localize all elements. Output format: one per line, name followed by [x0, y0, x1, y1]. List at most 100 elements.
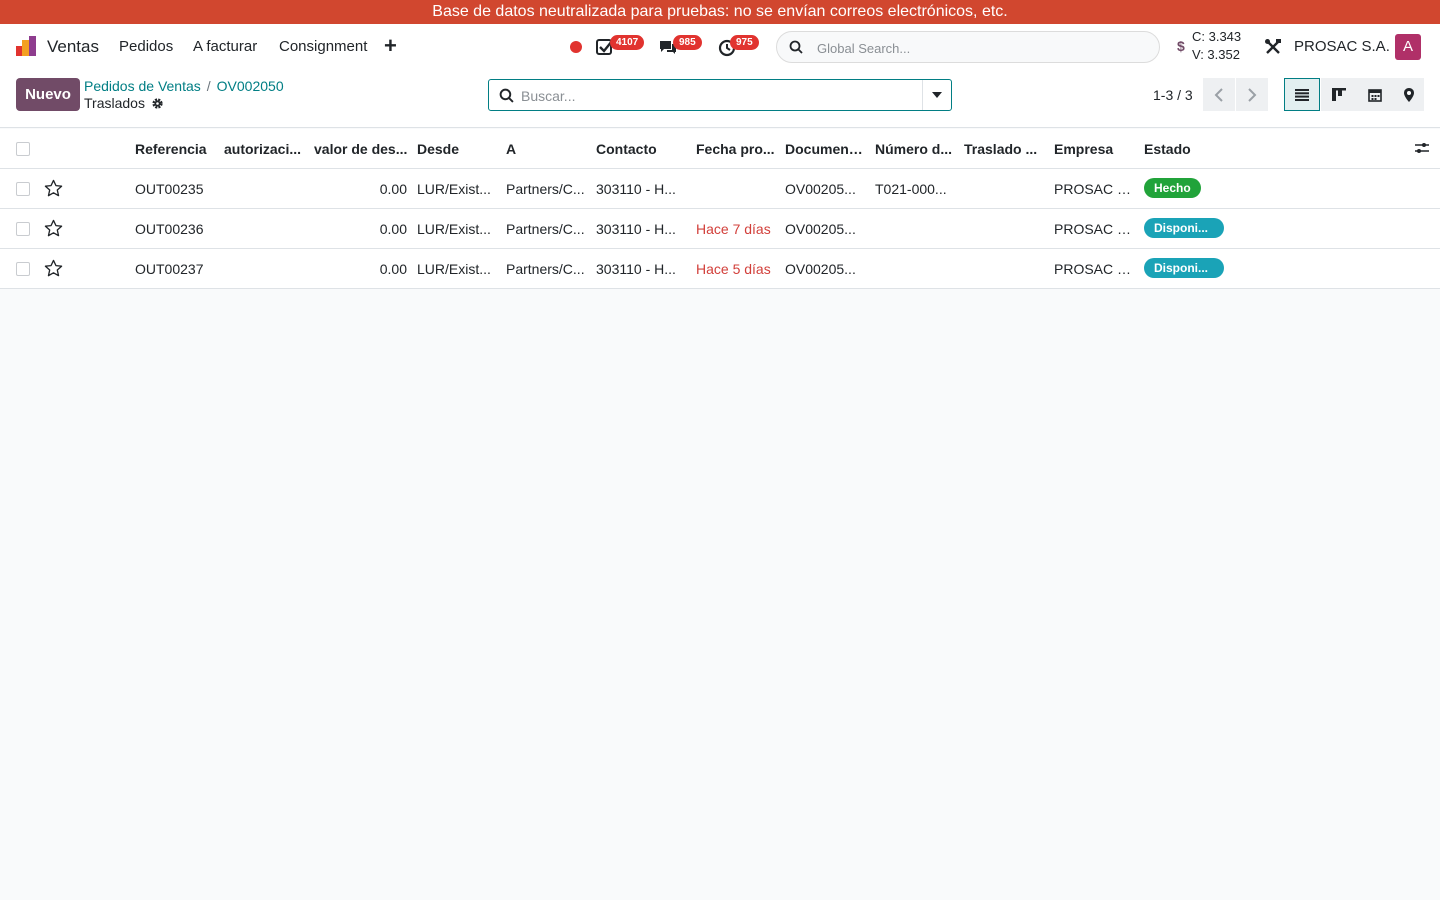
exchange-rates: C: 3.343 V: 3.352 — [1192, 28, 1241, 64]
pager-previous-button[interactable] — [1203, 78, 1235, 111]
breadcrumb-separator: / — [206, 78, 211, 94]
sales-app-icon[interactable] — [14, 34, 38, 58]
cell-a: Partners/C... — [506, 221, 585, 237]
star-icon[interactable] — [44, 259, 63, 278]
cell-fecha — [696, 169, 776, 209]
calendar-icon — [1368, 88, 1382, 102]
calendar-view-button[interactable] — [1357, 78, 1393, 111]
cell-valor: 0.00 — [379, 181, 407, 197]
cell-fecha: Hace 5 días — [696, 261, 771, 277]
star-icon[interactable] — [44, 219, 63, 238]
cell-desde: LUR/Exist... — [417, 181, 491, 197]
cell-empresa: PROSAC S... — [1054, 181, 1134, 197]
transfers-table: Referencia autorizaci... valor de des...… — [0, 129, 1440, 289]
column-header-traslado[interactable]: Traslado ... — [964, 129, 1044, 169]
cell-documento: OV00205... — [785, 261, 856, 277]
cell-contacto: 303110 - H... — [596, 221, 676, 237]
list-view-button[interactable] — [1284, 78, 1320, 111]
cell-empresa: PROSAC S... — [1054, 261, 1134, 277]
column-header-contacto[interactable]: Contacto — [596, 129, 686, 169]
status-badge: Hecho — [1144, 178, 1201, 198]
kanban-icon — [1332, 88, 1346, 101]
rate-venta: V: 3.352 — [1192, 47, 1240, 62]
cell-numero — [875, 209, 955, 249]
column-header-autorizacion[interactable]: autorizaci... — [224, 129, 304, 169]
cell-a: Partners/C... — [506, 261, 585, 277]
table-row[interactable]: OUT00237 0.00 LUR/Exist... Partners/C...… — [0, 249, 1440, 289]
rate-compra: C: 3.343 — [1192, 29, 1242, 44]
table-row[interactable]: OUT00235 0.00 LUR/Exist... Partners/C...… — [0, 169, 1440, 209]
global-search-input[interactable] — [817, 38, 1147, 58]
tools-icon[interactable] — [1264, 38, 1282, 56]
cell-desde: LUR/Exist... — [417, 261, 491, 277]
cell-referencia: OUT00236 — [135, 221, 204, 237]
status-badge: Disponi... — [1144, 218, 1224, 238]
search-options-toggle[interactable] — [922, 80, 951, 110]
messages-badge: 985 — [673, 35, 702, 50]
star-icon[interactable] — [44, 179, 63, 198]
search-bar[interactable] — [488, 79, 952, 111]
breadcrumb-sales-orders[interactable]: Pedidos de Ventas — [84, 78, 201, 94]
cell-empresa: PROSAC S... — [1054, 221, 1134, 237]
cell-a: Partners/C... — [506, 181, 585, 197]
user-avatar[interactable]: A — [1395, 34, 1421, 60]
table-row[interactable]: OUT00236 0.00 LUR/Exist... Partners/C...… — [0, 209, 1440, 249]
map-view-button[interactable] — [1393, 78, 1424, 111]
pager-next-button[interactable] — [1236, 78, 1268, 111]
search-input[interactable] — [521, 86, 901, 106]
menu-consignment[interactable]: Consignment — [279, 38, 367, 55]
cell-referencia: OUT00235 — [135, 181, 204, 197]
new-button[interactable]: Nuevo — [16, 78, 80, 111]
breadcrumb-order[interactable]: OV002050 — [217, 78, 284, 94]
search-icon — [789, 40, 803, 54]
row-checkbox[interactable] — [16, 182, 30, 196]
top-navbar: Ventas Pedidos A facturar Consignment + … — [0, 24, 1440, 70]
select-all-checkbox[interactable] — [16, 142, 30, 156]
menu-pedidos[interactable]: Pedidos — [119, 38, 173, 55]
activities-badge: 4107 — [610, 35, 645, 50]
cell-desde: LUR/Exist... — [417, 221, 491, 237]
column-header-referencia[interactable]: Referencia — [135, 129, 215, 169]
list-icon — [1295, 88, 1309, 101]
column-header-estado[interactable]: Estado — [1144, 129, 1224, 169]
cell-numero — [875, 249, 955, 289]
company-switcher[interactable]: PROSAC S.A. — [1294, 38, 1390, 55]
table-header: Referencia autorizaci... valor de des...… — [0, 129, 1440, 169]
global-search[interactable] — [776, 31, 1160, 63]
gear-icon[interactable] — [151, 97, 164, 110]
cell-referencia: OUT00237 — [135, 261, 204, 277]
optional-columns-icon[interactable] — [1414, 141, 1430, 155]
column-header-numero[interactable]: Número d... — [875, 129, 955, 169]
search-icon — [499, 88, 514, 103]
row-checkbox[interactable] — [16, 262, 30, 276]
cell-documento: OV00205... — [785, 221, 856, 237]
menu-a-facturar[interactable]: A facturar — [193, 38, 257, 55]
record-indicator-icon[interactable] — [570, 41, 582, 53]
status-badge: Disponi... — [1144, 258, 1224, 278]
column-header-desde[interactable]: Desde — [417, 129, 497, 169]
column-header-empresa[interactable]: Empresa — [1054, 129, 1134, 169]
cell-contacto: 303110 - H... — [596, 181, 676, 197]
chevron-left-icon — [1214, 87, 1223, 102]
cell-valor: 0.00 — [379, 221, 407, 237]
breadcrumb: Pedidos de Ventas / OV002050 — [84, 78, 284, 94]
cell-fecha: Hace 7 días — [696, 221, 771, 237]
column-header-valor[interactable]: valor de des... — [314, 129, 408, 169]
timers-badge: 975 — [730, 35, 759, 50]
currency-symbol: $ — [1177, 38, 1185, 54]
control-panel: Nuevo Pedidos de Ventas / OV002050 Traslad… — [0, 70, 1440, 128]
map-marker-icon — [1403, 87, 1414, 102]
column-header-documento[interactable]: Document... — [785, 129, 865, 169]
cell-documento: OV00205... — [785, 181, 856, 197]
pager-value[interactable]: 1-3 / 3 — [1153, 87, 1193, 103]
page-title-label: Traslados — [84, 95, 145, 111]
column-header-a[interactable]: A — [506, 129, 586, 169]
cell-contacto: 303110 - H... — [596, 261, 676, 277]
kanban-view-button[interactable] — [1321, 78, 1357, 111]
add-menu-icon[interactable]: + — [384, 33, 397, 59]
cell-valor: 0.00 — [379, 261, 407, 277]
app-name[interactable]: Ventas — [47, 37, 99, 57]
column-header-fecha[interactable]: Fecha pro... — [696, 129, 776, 169]
test-database-banner: Base de datos neutralizada para pruebas:… — [0, 0, 1440, 24]
row-checkbox[interactable] — [16, 222, 30, 236]
